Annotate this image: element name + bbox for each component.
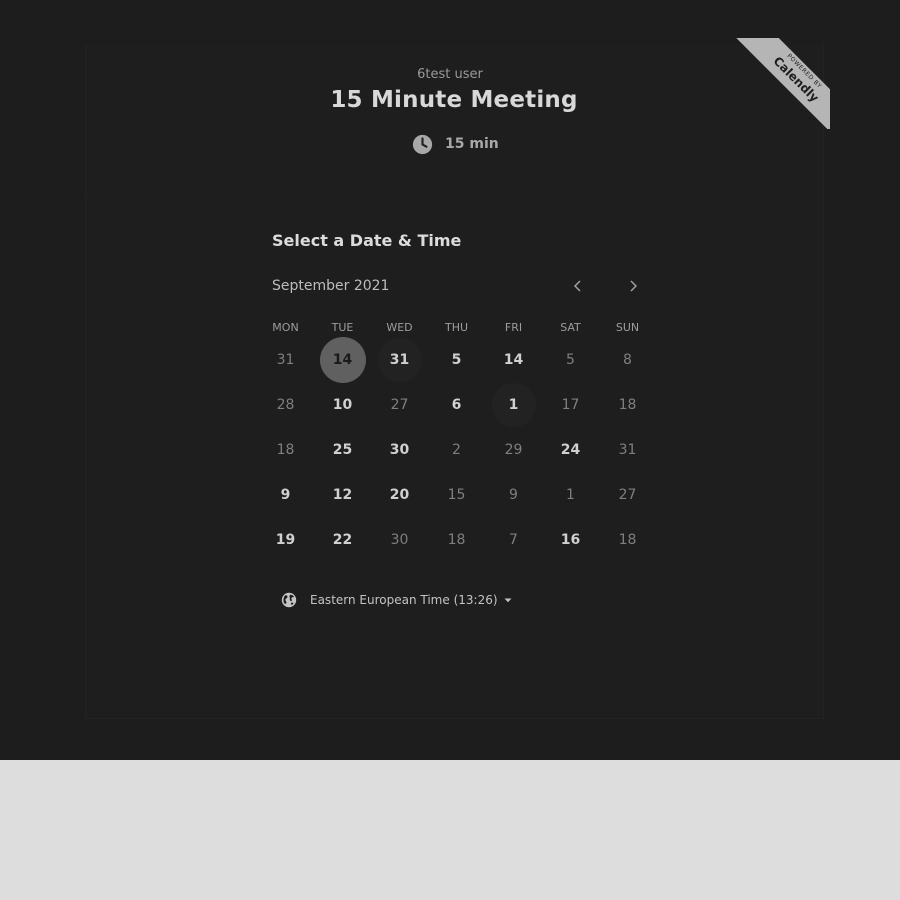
calendar-day: 29 <box>504 441 523 458</box>
calendar-day[interactable]: 6 <box>435 383 479 427</box>
calendar-day[interactable]: 5 <box>435 338 479 382</box>
calendar-day: 27 <box>390 396 409 413</box>
calendar-day[interactable]: 12 <box>321 473 365 517</box>
calendar-day[interactable]: 9 <box>264 473 308 517</box>
calendar-day: 27 <box>618 486 637 503</box>
calendar-day-cell[interactable]: 6 <box>428 382 485 427</box>
globe-icon <box>281 592 297 608</box>
calendar-day: 18 <box>276 441 295 458</box>
calendar-day: 18 <box>618 396 637 413</box>
duration-text: 15 min <box>445 136 499 152</box>
timezone-label: Eastern European Time (13:26) <box>310 593 498 607</box>
calendar-day[interactable]: 31 <box>377 337 422 382</box>
calendar-day[interactable]: 22 <box>321 518 365 562</box>
calendar-day: 15 <box>447 486 466 503</box>
calendar-day-cell[interactable]: 30 <box>371 427 428 472</box>
select-date-heading: Select a Date & Time <box>272 231 462 250</box>
calendar-day-cell[interactable]: 31 <box>371 337 428 382</box>
calendar-day-cell: 27 <box>371 382 428 427</box>
next-month-button[interactable] <box>621 274 645 298</box>
weekday-label: TUE <box>331 321 354 334</box>
calendar-day-cell[interactable]: 24 <box>542 427 599 472</box>
calendar-day[interactable]: 16 <box>549 518 593 562</box>
calendar-day-cell[interactable]: 14 <box>314 336 371 383</box>
calendar-day-cell: 18 <box>428 517 485 562</box>
calendar-day[interactable]: 25 <box>321 428 365 472</box>
calendar-day: 31 <box>276 351 295 368</box>
calendar-day-cell[interactable]: 22 <box>314 517 371 562</box>
calendar-day: 28 <box>276 396 295 413</box>
calendar-day-cell: 9 <box>485 472 542 517</box>
calendar-day: 8 <box>623 351 632 368</box>
caret-down-icon <box>504 598 512 603</box>
calendar-day: 2 <box>452 441 461 458</box>
calendar-day-cell: 18 <box>599 382 656 427</box>
calendar-day: 5 <box>566 351 575 368</box>
weekday-header: MON TUE WED THU FRI SAT SUN <box>257 320 655 336</box>
calendar-day-cell: 5 <box>542 337 599 382</box>
calendar-day-cell: 29 <box>485 427 542 472</box>
calendar-day-cell: 30 <box>371 517 428 562</box>
calendar-day-cell[interactable]: 10 <box>314 382 371 427</box>
calendar-day: 7 <box>509 531 518 548</box>
month-label: September 2021 <box>272 278 390 294</box>
weekday-label: FRI <box>504 321 523 334</box>
calendar-day-cell[interactable]: 12 <box>314 472 371 517</box>
calendar-day-cell[interactable]: 20 <box>371 472 428 517</box>
calendar-day: 18 <box>447 531 466 548</box>
calendar-day-cell[interactable]: 5 <box>428 337 485 382</box>
calendar-day-cell[interactable]: 9 <box>257 472 314 517</box>
chevron-left-icon <box>573 280 581 292</box>
calendar-day[interactable]: 10 <box>321 383 365 427</box>
calendar-day-cell: 7 <box>485 517 542 562</box>
powered-by-badge[interactable]: POWERED BY Calendly <box>715 38 830 129</box>
calendar-day-cell: 2 <box>428 427 485 472</box>
calendar-day-cell: 8 <box>599 337 656 382</box>
calendar-day-cell: 1 <box>542 472 599 517</box>
calendar-day[interactable]: 1 <box>491 382 536 427</box>
calendar-day-cell: 27 <box>599 472 656 517</box>
calendar-day-cell: 28 <box>257 382 314 427</box>
calendar-day: 1 <box>566 486 575 503</box>
calendar-grid: 31 14 31 5 14 5 8 28 10 27 6 1 17 18 18 25 30 2 29 24 31 9 12 2… <box>257 336 656 562</box>
calendar-day-cell: 15 <box>428 472 485 517</box>
calendar-day[interactable]: 20 <box>378 473 422 517</box>
calendar-day-cell: 17 <box>542 382 599 427</box>
calendar-day-cell[interactable]: 16 <box>542 517 599 562</box>
weekday-label: SAT <box>560 321 581 334</box>
weekday-label: THU <box>444 321 469 334</box>
calendar-day-cell: 18 <box>257 427 314 472</box>
calendar-day-cell[interactable]: 25 <box>314 427 371 472</box>
calendar-day: 17 <box>561 396 580 413</box>
calendar-day-cell[interactable]: 1 <box>485 382 542 427</box>
calendar-day: 30 <box>390 531 409 548</box>
calendar-day-cell: 31 <box>257 337 314 382</box>
calendar-day: 18 <box>618 531 637 548</box>
calendar-day[interactable]: 14 <box>492 338 536 382</box>
powered-by-ribbon[interactable]: POWERED BY Calendly <box>735 38 830 129</box>
header-divider <box>85 193 824 194</box>
weekday-label: WED <box>386 321 413 334</box>
calendar-day-cell[interactable]: 19 <box>257 517 314 562</box>
calendar-day-selected[interactable]: 14 <box>319 336 366 383</box>
calendar-day: 9 <box>509 486 518 503</box>
calendar-day[interactable]: 24 <box>549 428 593 472</box>
previous-month-button[interactable] <box>566 274 590 298</box>
event-duration: 15 min <box>412 134 499 154</box>
chevron-right-icon <box>630 280 638 292</box>
calendar-day[interactable]: 19 <box>264 518 308 562</box>
calendar-day-cell: 31 <box>599 427 656 472</box>
calendar-day-cell[interactable]: 14 <box>485 337 542 382</box>
weekday-label: SUN <box>615 321 640 334</box>
weekday-label: MON <box>272 321 299 334</box>
calendar-day-cell: 18 <box>599 517 656 562</box>
calendar-day: 31 <box>618 441 637 458</box>
calendar-day[interactable]: 30 <box>378 428 422 472</box>
timezone-selector[interactable]: Eastern European Time (13:26) <box>281 590 512 610</box>
clock-icon <box>412 134 433 154</box>
